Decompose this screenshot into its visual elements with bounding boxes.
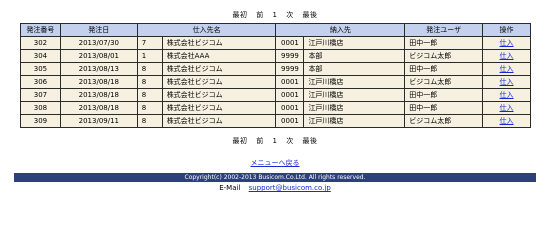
col-header-order-no: 発注番号 — [20, 23, 61, 37]
purchase-link[interactable]: 仕入 — [500, 91, 514, 99]
supplier-code-cell: 8 — [136, 88, 163, 102]
email-link[interactable]: support@busicom.co.jp — [249, 184, 331, 192]
pager-prev: 前 — [256, 137, 264, 145]
order-date-cell: 2013/08/01 — [59, 49, 138, 63]
table-row: 304 2013/08/01 1 株式会社AAA 9999 本部 ビジコム太郎 仕入 — [20, 49, 531, 63]
order-date-cell: 2013/09/11 — [59, 114, 138, 128]
table-row: 302 2013/07/30 7 株式会社ビジコム 0001 江戸川橋店 田中一郎 仕入 — [20, 36, 531, 50]
destination-code-cell: 9999 — [275, 62, 305, 76]
supplier-name-cell: 株式会社ビジコム — [161, 75, 277, 89]
destination-code-cell: 0001 — [275, 101, 305, 115]
order-date-cell: 2013/08/18 — [59, 88, 138, 102]
pager-prev: 前 — [256, 11, 264, 19]
supplier-name-cell: 株式会社ビジコム — [161, 36, 277, 50]
table-row: 309 2013/09/11 8 株式会社ビジコム 0001 江戸川橋店 ビジコム太郎 仕入 — [20, 114, 531, 128]
order-no-cell: 307 — [20, 88, 61, 102]
order-no-cell: 309 — [20, 114, 61, 128]
email-label: E-Mail — [219, 184, 241, 192]
supplier-code-cell: 1 — [136, 49, 163, 63]
user-cell: 田中一郎 — [404, 36, 484, 50]
order-date-cell: 2013/08/18 — [59, 75, 138, 89]
col-header-action: 操作 — [482, 23, 531, 37]
destination-name-cell: 江戸川橋店 — [303, 114, 406, 128]
destination-code-cell: 9999 — [275, 49, 305, 63]
purchase-link[interactable]: 仕入 — [500, 39, 514, 47]
user-cell: 田中一郎 — [404, 101, 484, 115]
action-cell: 仕入 — [482, 88, 531, 102]
pager-bottom: 最初 前 1 次 最後 — [0, 137, 550, 146]
table-row: 305 2013/08/13 8 株式会社ビジコム 9999 本部 田中一郎 仕入 — [20, 62, 531, 76]
pager-next: 次 — [286, 11, 294, 19]
pager-current: 1 — [272, 137, 278, 145]
copyright-text: Copyright(c) 2002-2013 Busicom.Co.Ltd. A… — [184, 174, 366, 181]
supplier-code-cell: 8 — [136, 101, 163, 115]
pager-top: 最初 前 1 次 最後 — [0, 11, 550, 20]
order-no-cell: 304 — [20, 49, 61, 63]
supplier-code-cell: 8 — [136, 75, 163, 89]
destination-name-cell: 江戸川橋店 — [303, 88, 406, 102]
order-no-cell: 308 — [20, 101, 61, 115]
destination-name-cell: 江戸川橋店 — [303, 101, 406, 115]
pager-first: 最初 — [232, 11, 248, 19]
order-no-cell: 302 — [20, 36, 61, 50]
supplier-code-cell: 8 — [136, 114, 163, 128]
col-header-destination: 納入先 — [275, 23, 406, 37]
purchase-link[interactable]: 仕入 — [500, 104, 514, 112]
user-cell: ビジコム太郎 — [404, 75, 484, 89]
contact-line: E-Mail support@busicom.co.jp — [0, 184, 550, 193]
supplier-name-cell: 株式会社AAA — [161, 49, 277, 63]
user-cell: ビジコム太郎 — [404, 49, 484, 63]
purchase-link[interactable]: 仕入 — [500, 65, 514, 73]
col-header-order-date: 発注日 — [59, 23, 138, 37]
supplier-name-cell: 株式会社ビジコム — [161, 101, 277, 115]
destination-name-cell: 本部 — [303, 62, 406, 76]
table-row: 308 2013/08/18 8 株式会社ビジコム 0001 江戸川橋店 田中一郎 仕入 — [20, 101, 531, 115]
pager-current: 1 — [272, 11, 278, 19]
destination-name-cell: 本部 — [303, 49, 406, 63]
purchase-link[interactable]: 仕入 — [500, 78, 514, 86]
action-cell: 仕入 — [482, 101, 531, 115]
order-date-cell: 2013/08/13 — [59, 62, 138, 76]
pager-next: 次 — [286, 137, 294, 145]
supplier-name-cell: 株式会社ビジコム — [161, 88, 277, 102]
destination-code-cell: 0001 — [275, 114, 305, 128]
purchase-link[interactable]: 仕入 — [500, 52, 514, 60]
order-no-cell: 306 — [20, 75, 61, 89]
pager-first: 最初 — [232, 137, 248, 145]
pager-last: 最後 — [302, 137, 318, 145]
supplier-code-cell: 7 — [136, 36, 163, 50]
destination-name-cell: 江戸川橋店 — [303, 75, 406, 89]
action-cell: 仕入 — [482, 49, 531, 63]
supplier-name-cell: 株式会社ビジコム — [161, 114, 277, 128]
action-cell: 仕入 — [482, 114, 531, 128]
destination-code-cell: 0001 — [275, 75, 305, 89]
user-cell: 田中一郎 — [404, 88, 484, 102]
back-to-menu-link[interactable]: メニューへ戻る — [251, 159, 300, 167]
table-row: 306 2013/08/18 8 株式会社ビジコム 0001 江戸川橋店 ビジコム太郎 仕入 — [20, 75, 531, 89]
pager-last: 最後 — [302, 11, 318, 19]
user-cell: ビジコム太郎 — [404, 114, 484, 128]
table-row: 307 2013/08/18 8 株式会社ビジコム 0001 江戸川橋店 田中一郎 仕入 — [20, 88, 531, 102]
action-cell: 仕入 — [482, 62, 531, 76]
col-header-user: 発注ユーザ — [404, 23, 484, 37]
order-no-cell: 305 — [20, 62, 61, 76]
user-cell: 田中一郎 — [404, 62, 484, 76]
destination-code-cell: 0001 — [275, 36, 305, 50]
supplier-name-cell: 株式会社ビジコム — [161, 62, 277, 76]
table-header-row: 発注番号 発注日 仕入先名 納入先 発注ユーザ 操作 — [20, 23, 531, 37]
purchase-link[interactable]: 仕入 — [500, 117, 514, 125]
action-cell: 仕入 — [482, 36, 531, 50]
destination-code-cell: 0001 — [275, 88, 305, 102]
orders-table: 発注番号 発注日 仕入先名 納入先 発注ユーザ 操作 302 2013/07/30… — [20, 23, 531, 128]
col-header-supplier: 仕入先名 — [136, 23, 277, 37]
order-date-cell: 2013/07/30 — [59, 36, 138, 50]
order-date-cell: 2013/08/18 — [59, 101, 138, 115]
destination-name-cell: 江戸川橋店 — [303, 36, 406, 50]
action-cell: 仕入 — [482, 75, 531, 89]
footer-bar: Copyright(c) 2002-2013 Busicom.Co.Ltd. A… — [14, 173, 536, 182]
supplier-code-cell: 8 — [136, 62, 163, 76]
